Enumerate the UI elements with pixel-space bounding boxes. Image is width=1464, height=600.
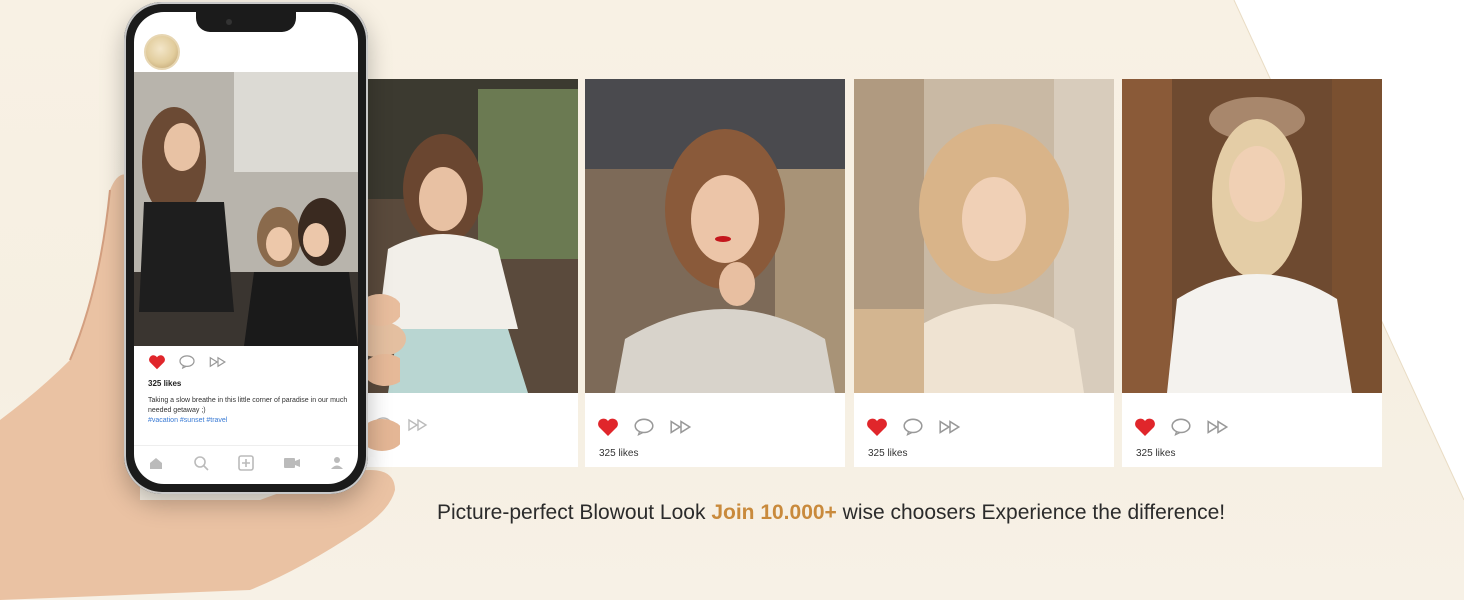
comment-icon[interactable] (902, 418, 924, 436)
tagline-highlight: Join 10.000+ (711, 501, 837, 524)
photo-card-3[interactable]: 325 likes (854, 79, 1114, 467)
comment-icon[interactable] (178, 355, 196, 369)
phone-screen: 325 likes Taking a slow breathe in this … (134, 12, 358, 484)
post-actions (597, 417, 693, 437)
add-icon[interactable] (238, 454, 254, 476)
tagline-text-end: wise choosers Experience the difference! (836, 501, 1226, 524)
likes-count: 325 likes (868, 448, 908, 459)
avatar[interactable] (144, 34, 180, 70)
smartphone: 325 likes Taking a slow breathe in this … (124, 2, 368, 494)
share-icon[interactable] (1206, 419, 1230, 435)
share-icon[interactable] (208, 356, 228, 368)
likes-count: 325 likes (599, 448, 639, 459)
phone-notch (196, 12, 296, 32)
heart-icon[interactable] (597, 417, 619, 437)
share-icon[interactable] (938, 419, 962, 435)
tagline-text-start: Picture-perfect Blowout Look (437, 501, 712, 524)
post-photo (134, 72, 358, 346)
home-icon[interactable] (148, 456, 164, 475)
post-caption: Taking a slow breathe in this little cor… (148, 397, 348, 414)
share-icon[interactable] (669, 419, 693, 435)
comment-icon[interactable] (633, 418, 655, 436)
post-actions (1134, 417, 1230, 437)
comment-icon[interactable] (1170, 418, 1192, 436)
post-hashtags[interactable]: #vacation #sunset #travel (148, 417, 227, 424)
likes-count: 325 likes (148, 379, 182, 388)
post-actions (148, 354, 228, 370)
photo-card-4[interactable]: 325 likes (1122, 79, 1382, 467)
heart-icon[interactable] (866, 417, 888, 437)
post-photo (1122, 79, 1382, 393)
heart-icon[interactable] (148, 354, 166, 370)
profile-icon[interactable] (330, 456, 344, 475)
bottom-navigation (134, 445, 358, 484)
camera-icon (226, 19, 232, 25)
post-actions (866, 417, 962, 437)
photo-card-2[interactable]: 325 likes (585, 79, 845, 467)
post-photo (585, 79, 845, 393)
post-photo (854, 79, 1114, 393)
heart-icon[interactable] (1134, 417, 1156, 437)
share-icon[interactable] (407, 418, 429, 432)
reels-icon[interactable] (283, 456, 301, 474)
search-icon[interactable] (193, 455, 209, 476)
likes-count: 325 likes (1136, 448, 1176, 459)
tagline: Picture-perfect Blowout Look Join 10.000… (437, 501, 1225, 525)
